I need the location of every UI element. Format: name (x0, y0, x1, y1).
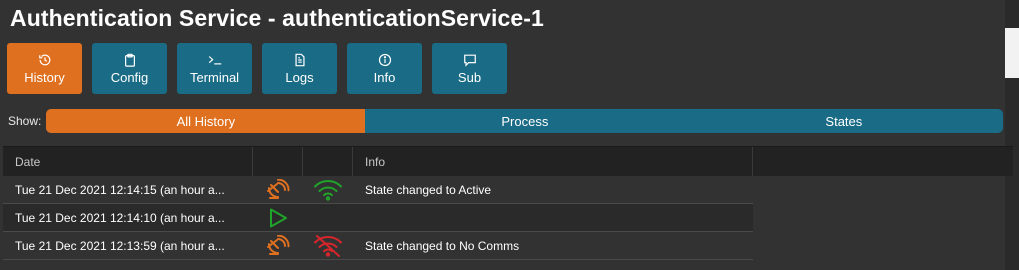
show-filter: Show: All History Process States (8, 109, 1004, 133)
satellite-dish-icon (265, 234, 291, 257)
filter-states[interactable]: States (684, 109, 1003, 133)
column-header-info[interactable]: Info (353, 146, 753, 177)
document-icon (293, 53, 307, 67)
sub-button[interactable]: Sub (432, 43, 507, 94)
config-button-label: Config (110, 69, 149, 85)
sub-button-label: Sub (457, 69, 482, 85)
history-button-label: History (24, 69, 65, 85)
filter-process[interactable]: Process (365, 109, 684, 133)
scrollbar-thumb[interactable] (1005, 28, 1019, 78)
column-header-icon-1 (253, 146, 303, 177)
toolbar: History Config Terminal Logs Info Sub (7, 43, 507, 94)
terminal-button-label: Terminal (189, 69, 240, 85)
row-info: State changed to No Comms (365, 238, 520, 253)
config-button[interactable]: Config (92, 43, 167, 94)
logs-button-label: Logs (285, 69, 314, 85)
table-row[interactable]: Tue 21 Dec 2021 12:13:59 (an hour a... S… (3, 232, 753, 260)
info-button[interactable]: Info (347, 43, 422, 94)
column-header-date[interactable]: Date (3, 146, 253, 177)
table-header: Date Info (3, 146, 1013, 177)
wifi-off-icon (313, 234, 343, 257)
wifi-icon (313, 179, 343, 201)
message-icon (463, 53, 477, 67)
table-row[interactable]: Tue 21 Dec 2021 12:14:10 (an hour a... (3, 204, 753, 232)
history-table: Date Info Tue 21 Dec 2021 12:14:15 (an h… (3, 146, 1013, 260)
page-title: Authentication Service - authenticationS… (10, 5, 544, 31)
logs-button[interactable]: Logs (262, 43, 337, 94)
history-filter-segmented-control: All History Process States (46, 109, 1004, 133)
filter-all-history[interactable]: All History (46, 109, 366, 133)
satellite-dish-icon (265, 178, 291, 201)
row-date: Tue 21 Dec 2021 12:13:59 (an hour a... (15, 238, 225, 253)
info-button-label: Info (373, 69, 396, 85)
row-date: Tue 21 Dec 2021 12:14:15 (an hour a... (15, 182, 225, 197)
row-info: State changed to Active (365, 182, 492, 197)
show-label: Show: (8, 114, 42, 128)
column-header-icon-2 (303, 146, 353, 177)
column-header-spacer (753, 147, 1013, 177)
info-icon (378, 53, 392, 67)
row-info (353, 204, 753, 232)
clipboard-icon (123, 53, 137, 67)
history-button[interactable]: History (7, 43, 82, 94)
terminal-icon (208, 53, 222, 67)
history-icon (38, 53, 52, 67)
terminal-button[interactable]: Terminal (177, 43, 252, 94)
table-row[interactable]: Tue 21 Dec 2021 12:14:15 (an hour a... S… (3, 176, 753, 204)
row-date: Tue 21 Dec 2021 12:14:10 (an hour a... (15, 210, 225, 225)
play-icon (267, 207, 289, 229)
